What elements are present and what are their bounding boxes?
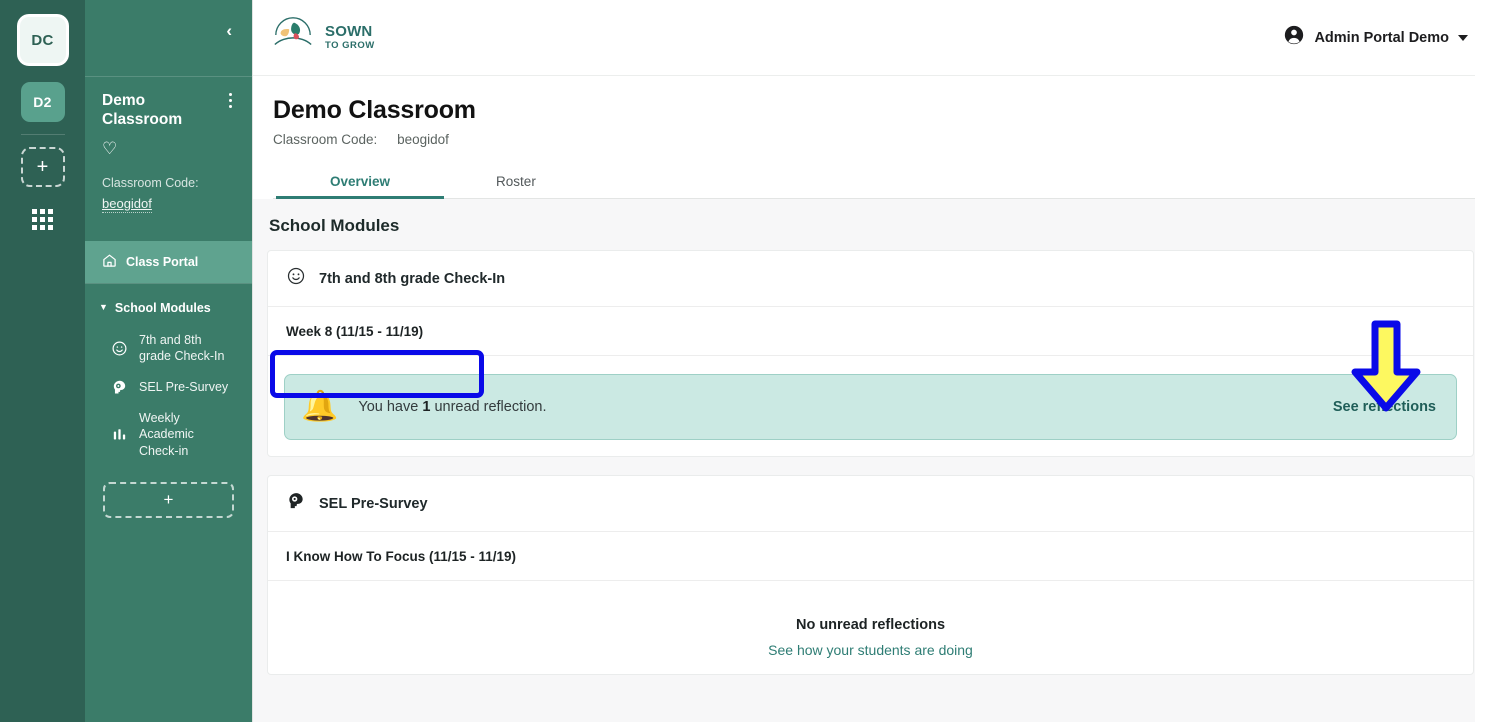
- module-card-check-in: 7th and 8th grade Check-In Week 8 (11/15…: [267, 250, 1474, 457]
- page-classroom-code: Classroom Code: beogidof: [273, 132, 1488, 147]
- head-gear-icon: [286, 491, 306, 516]
- tab-label: Roster: [496, 174, 536, 189]
- sidebar-group-school-modules[interactable]: ▼ School Modules: [85, 284, 252, 325]
- chevron-down-icon: [1458, 34, 1468, 41]
- page-header: Demo Classroom Classroom Code: beogidof …: [253, 76, 1488, 199]
- banner-text-before: You have: [358, 399, 419, 415]
- module-card-sel-pre-survey: SEL Pre-Survey I Know How To Focus (11/1…: [267, 475, 1474, 675]
- module-card-header[interactable]: 7th and 8th grade Check-In: [268, 251, 1473, 307]
- chevron-left-icon[interactable]: ‹: [226, 22, 232, 39]
- smiley-face-icon: [109, 340, 129, 357]
- module-title: SEL Pre-Survey: [319, 495, 428, 512]
- empty-state: No unread reflections See how your stude…: [284, 599, 1457, 658]
- section-title-school-modules: School Modules: [269, 216, 400, 235]
- sidebar-classroom-code-link[interactable]: beogidof: [102, 196, 152, 213]
- rail-avatar-demo-classroom[interactable]: DC: [16, 14, 69, 66]
- module-body: No unread reflections See how your stude…: [268, 581, 1473, 674]
- content-area: School Modules 7th and 8th grade Check-I…: [253, 199, 1488, 722]
- banner-text-after: unread reflection.: [434, 399, 547, 415]
- tab-overview[interactable]: Overview: [275, 164, 445, 199]
- sidebar-class-name: Demo Classroom: [102, 92, 183, 129]
- module-body: 🔔 You have 1 unread reflection. See refl…: [268, 356, 1473, 456]
- brand-line-1: SOWN: [325, 23, 373, 41]
- sidebar-item-label: 7th and 8th grade Check-In: [139, 332, 225, 364]
- brand-line-2: TO GROW: [325, 40, 375, 52]
- sidebar-item-sel-pre-survey[interactable]: SEL Pre-Survey: [85, 372, 252, 403]
- module-period-row[interactable]: Week 8 (11/15 - 11/19): [268, 307, 1473, 356]
- page-code-label: Classroom Code:: [273, 132, 378, 147]
- plus-icon: +: [163, 490, 174, 510]
- module-card-header[interactable]: SEL Pre-Survey: [268, 476, 1473, 532]
- sidebar: ‹ Demo Classroom ♡ Classroom Code: beogi…: [85, 0, 252, 722]
- sidebar-item-weekly-academic-check-in[interactable]: Weekly Academic Check-in: [85, 403, 252, 467]
- empty-state-link[interactable]: See how your students are doing: [284, 642, 1457, 658]
- plus-icon: +: [36, 156, 49, 178]
- user-menu[interactable]: Admin Portal Demo: [1283, 24, 1468, 51]
- page-title: Demo Classroom: [273, 96, 476, 124]
- app-root: DC D2 + ‹ Demo Classroom ♡ Classroom Cod…: [0, 0, 1488, 722]
- sidebar-add-module-button[interactable]: +: [103, 482, 234, 519]
- module-period-label: I Know How To Focus (11/15 - 11/19): [286, 549, 517, 564]
- brand[interactable]: SOWN TO GROW: [270, 14, 375, 61]
- kebab-menu-icon[interactable]: [229, 91, 238, 111]
- rail-divider: [20, 134, 65, 135]
- unread-reflection-banner[interactable]: 🔔 You have 1 unread reflection. See refl…: [284, 374, 1457, 440]
- sown-to-grow-leaf-logo: [270, 14, 316, 61]
- page-code-value: beogidof: [397, 132, 449, 147]
- top-bar: SOWN TO GROW Admin Portal Demo: [253, 0, 1488, 76]
- see-reflections-link[interactable]: See reflections: [1333, 399, 1436, 415]
- banner-text: You have 1 unread reflection.: [358, 399, 546, 415]
- sidebar-class-block: Demo Classroom ♡ Classroom Code: beogido…: [85, 77, 252, 213]
- module-period-row[interactable]: I Know How To Focus (11/15 - 11/19): [268, 532, 1473, 581]
- banner-unread-count: 1: [422, 399, 431, 415]
- tab-roster[interactable]: Roster: [492, 164, 540, 198]
- grid-icon[interactable]: [32, 209, 53, 230]
- tab-bar: Overview Roster: [273, 164, 1488, 199]
- sidebar-item-7th-8th-grade-check-in[interactable]: 7th and 8th grade Check-In: [85, 325, 252, 372]
- module-title: 7th and 8th grade Check-In: [319, 270, 506, 287]
- page: Demo Classroom Classroom Code: beogidof …: [253, 76, 1488, 722]
- sidebar-group-label: School Modules: [114, 300, 211, 315]
- sidebar-item-label: Class Portal: [126, 254, 199, 269]
- bar-chart-icon: [109, 426, 129, 443]
- right-gutter: [1475, 0, 1488, 722]
- rail-avatar-initials: DC: [31, 31, 54, 49]
- heart-icon[interactable]: ♡: [102, 140, 238, 157]
- rail-chip-label: D2: [33, 94, 52, 110]
- smiley-face-icon: [286, 266, 306, 291]
- sidebar-item-label: SEL Pre-Survey: [139, 380, 229, 394]
- module-period-label: Week 8 (11/15 - 11/19): [286, 324, 424, 339]
- sidebar-code-label: Classroom Code:: [102, 175, 199, 190]
- rail-add-classroom-button[interactable]: +: [20, 147, 65, 187]
- main-area: SOWN TO GROW Admin Portal Demo Demo Clas…: [252, 0, 1488, 722]
- account-circle-icon: [1283, 24, 1305, 51]
- sidebar-item-class-portal[interactable]: Class Portal: [85, 240, 252, 283]
- sidebar-top: ‹: [85, 0, 252, 76]
- ringing-bell-icon: 🔔: [301, 390, 339, 423]
- tab-label: Overview: [330, 174, 391, 189]
- icon-rail: DC D2 +: [0, 0, 85, 722]
- user-name: Admin Portal Demo: [1314, 29, 1449, 46]
- head-gear-icon: [109, 379, 129, 396]
- home-icon: [102, 253, 117, 271]
- rail-classroom-chip-d2[interactable]: D2: [20, 82, 65, 122]
- sidebar-item-label: Weekly Academic Check-in: [139, 410, 194, 458]
- chevron-down-icon: ▼: [99, 301, 108, 312]
- empty-state-title: No unread reflections: [795, 617, 946, 633]
